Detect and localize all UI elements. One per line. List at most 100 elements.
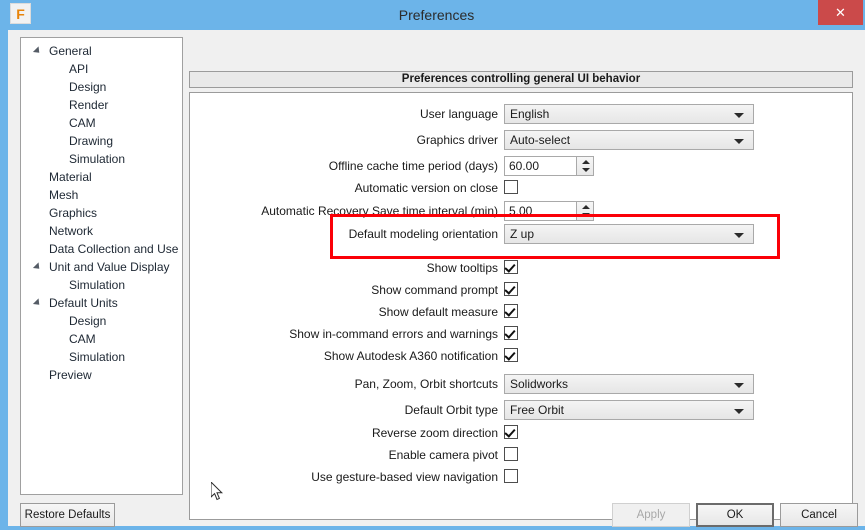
dropdown-value: English [510, 107, 550, 121]
preferences-window: F Preferences ✕ General API Design Render CA… [0, 0, 865, 530]
spinner-buttons[interactable] [576, 156, 594, 176]
sidebar-item-simulation[interactable]: Simulation [21, 348, 182, 366]
preferences-category-tree[interactable]: General API Design Render CAM Drawing Simulati… [20, 37, 183, 495]
sidebar-item-label: Mesh [49, 188, 79, 202]
sidebar-item-label: Simulation [69, 350, 126, 364]
form-row-graphics-driver: Graphics driver Auto-select [190, 130, 852, 150]
checkbox-use-gesture-based-view-navigation[interactable] [504, 469, 518, 483]
spinner-down-icon[interactable] [582, 213, 590, 217]
sidebar-item-label: Simulation [69, 278, 126, 292]
checkbox-show-autodesk-a360-notification[interactable] [504, 348, 518, 362]
row-label: Default modeling orientation [348, 227, 498, 241]
form-row-use-gesture-based-view-navigation: Use gesture-based view navigation [190, 467, 852, 487]
sidebar-item-material[interactable]: Material [21, 168, 182, 186]
form-row-automatic-version-on-close: Automatic version on close [190, 178, 852, 198]
chevron-down-icon[interactable] [734, 409, 744, 414]
sidebar-item-label: Graphics [49, 206, 98, 220]
checkbox-show-in-command-errors-and-warnings[interactable] [504, 326, 518, 340]
checkbox-show-default-measure[interactable] [504, 304, 518, 318]
window-title: Preferences [398, 7, 475, 23]
title-bar: F Preferences ✕ [4, 0, 865, 30]
dialog-body: General API Design Render CAM Drawing Simulati… [8, 30, 865, 527]
sidebar-item-label: Design [69, 314, 107, 328]
sidebar-item-cam[interactable]: CAM [21, 330, 182, 348]
expand-arrow-icon[interactable] [32, 262, 43, 272]
form-row-user-language: User language English [190, 104, 852, 124]
sidebar-item-unit-and-value-display[interactable]: Unit and Value Display [21, 258, 182, 276]
sidebar-item-mesh[interactable]: Mesh [21, 186, 182, 204]
sidebar-item-label: Simulation [69, 152, 126, 166]
close-icon[interactable]: ✕ [818, 0, 863, 25]
dropdown-value: Auto-select [510, 133, 571, 147]
form-row-show-command-prompt: Show command prompt [190, 280, 852, 300]
row-label: Default Orbit type [404, 403, 498, 417]
spinner-automatic-recovery-save-time-interval-min[interactable]: 5.00 [504, 201, 594, 221]
sidebar-item-label: Drawing [69, 134, 114, 148]
spinner-up-icon[interactable] [582, 205, 590, 209]
sidebar-item-data-collection-and-use[interactable]: Data Collection and Use [21, 240, 182, 258]
sidebar-item-simulation[interactable]: Simulation [21, 150, 182, 168]
dropdown-default-orbit-type[interactable]: Free Orbit [504, 400, 754, 420]
form-row-automatic-recovery-save-time-interval-min: Automatic Recovery Save time interval (m… [190, 201, 852, 221]
sidebar-item-api[interactable]: API [21, 60, 182, 78]
expand-arrow-icon[interactable] [32, 298, 43, 308]
dropdown-value: Free Orbit [510, 403, 565, 417]
row-label: Graphics driver [416, 133, 498, 147]
sidebar-item-simulation[interactable]: Simulation [21, 276, 182, 294]
sidebar-item-default-units[interactable]: Default Units [21, 294, 182, 312]
sidebar-item-cam[interactable]: CAM [21, 114, 182, 132]
sidebar-item-label: General [49, 44, 92, 58]
form-row-show-tooltips: Show tooltips [190, 258, 852, 278]
row-label: Show tooltips [426, 261, 498, 275]
chevron-down-icon[interactable] [734, 113, 744, 118]
sidebar-item-label: Render [69, 98, 109, 112]
sidebar-item-preview[interactable]: Preview [21, 366, 182, 384]
sidebar-item-label: CAM [69, 116, 96, 130]
spinner-up-icon[interactable] [582, 160, 590, 164]
row-label: Show Autodesk A360 notification [323, 349, 498, 363]
ok-button[interactable]: OK [696, 503, 774, 527]
sidebar-item-network[interactable]: Network [21, 222, 182, 240]
chevron-down-icon[interactable] [734, 383, 744, 388]
apply-button[interactable]: Apply [612, 503, 690, 527]
preferences-form: User language English Graphics driver Auto-… [189, 92, 853, 520]
sidebar-item-label: CAM [69, 332, 96, 346]
sidebar-item-graphics[interactable]: Graphics [21, 204, 182, 222]
dropdown-default-modeling-orientation[interactable]: Z up [504, 224, 754, 244]
sidebar-item-drawing[interactable]: Drawing [21, 132, 182, 150]
restore-defaults-button[interactable]: Restore Defaults [20, 503, 115, 527]
expand-arrow-icon[interactable] [32, 46, 43, 56]
form-row-show-in-command-errors-and-warnings: Show in-command errors and warnings [190, 324, 852, 344]
sidebar-item-design[interactable]: Design [21, 78, 182, 96]
dropdown-value: Z up [510, 227, 535, 241]
sidebar-item-label: Default Units [49, 296, 118, 310]
chevron-down-icon[interactable] [734, 233, 744, 238]
cancel-button[interactable]: Cancel [780, 503, 858, 527]
dropdown-value: Solidworks [510, 377, 569, 391]
sidebar-item-general[interactable]: General [21, 42, 182, 60]
spinner-offline-cache-time-period-days[interactable]: 60.00 [504, 156, 594, 176]
row-label: Use gesture-based view navigation [311, 470, 498, 484]
checkbox-automatic-version-on-close[interactable] [504, 180, 518, 194]
row-label: Show command prompt [371, 283, 498, 297]
sidebar-item-design[interactable]: Design [21, 312, 182, 330]
sidebar-item-render[interactable]: Render [21, 96, 182, 114]
spinner-buttons[interactable] [576, 201, 594, 221]
spinner-down-icon[interactable] [582, 168, 590, 172]
row-label: User language [419, 107, 498, 121]
checkbox-show-command-prompt[interactable] [504, 282, 518, 296]
sidebar-item-label: Network [49, 224, 94, 238]
dropdown-pan-zoom-orbit-shortcuts[interactable]: Solidworks [504, 374, 754, 394]
dropdown-graphics-driver[interactable]: Auto-select [504, 130, 754, 150]
sidebar-item-label: API [69, 62, 89, 76]
form-row-show-default-measure: Show default measure [190, 302, 852, 322]
dropdown-user-language[interactable]: English [504, 104, 754, 124]
row-label: Reverse zoom direction [371, 426, 498, 440]
checkbox-reverse-zoom-direction[interactable] [504, 425, 518, 439]
pane-header: Preferences controlling general UI behav… [189, 71, 853, 88]
checkbox-show-tooltips[interactable] [504, 260, 518, 274]
row-label: Pan, Zoom, Orbit shortcuts [354, 377, 498, 391]
checkbox-enable-camera-pivot[interactable] [504, 447, 518, 461]
chevron-down-icon[interactable] [734, 139, 744, 144]
form-row-pan-zoom-orbit-shortcuts: Pan, Zoom, Orbit shortcuts Solidworks [190, 374, 852, 394]
